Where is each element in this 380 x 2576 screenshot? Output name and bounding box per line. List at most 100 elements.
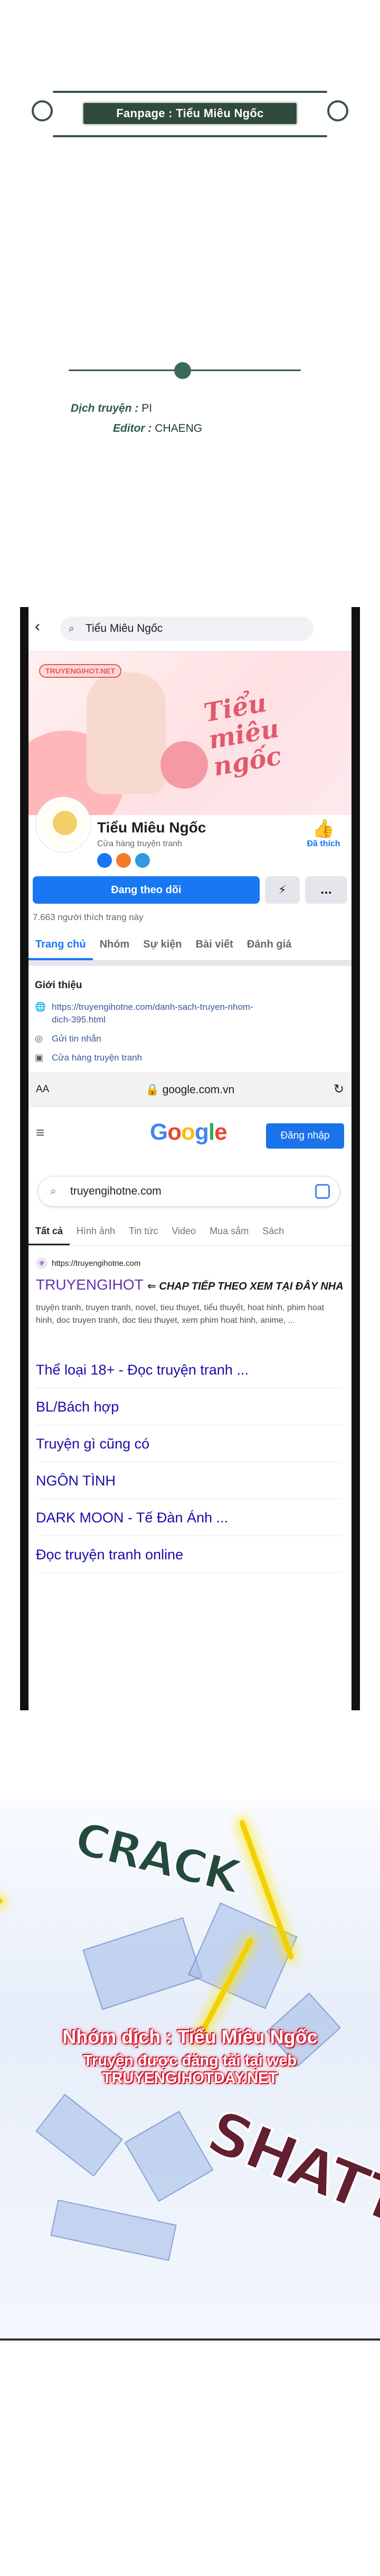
likes-count: 7.663 người thích trang này xyxy=(33,912,144,922)
leaf-ornament xyxy=(174,362,191,379)
ornament-left xyxy=(32,100,53,121)
ornament-right xyxy=(327,100,348,121)
star-badge-icon[interactable] xyxy=(135,853,150,868)
result-url-text: https://truyengihotne.com xyxy=(52,1259,141,1268)
google-signin-button[interactable]: Đăng nhập xyxy=(266,1123,344,1149)
following-button[interactable]: Đang theo dõi xyxy=(33,876,260,904)
intro-website-link-cont[interactable]: dich-395.html xyxy=(52,1015,106,1025)
google-logo-letter: o xyxy=(181,1119,195,1145)
thumbs-up-icon: 👍 xyxy=(312,819,335,839)
facebook-search-field[interactable]: ⌕ Tiểu Miêu Ngốc xyxy=(60,617,314,641)
editor-name: CHAENG xyxy=(155,422,203,434)
editor-credit: Editor : CHAENG xyxy=(113,422,202,435)
page-category: Cửa hàng truyện tranh xyxy=(97,839,183,848)
intro-message-label: Gửi tin nhắn xyxy=(52,1034,101,1044)
search-icon: ⌕ xyxy=(69,623,75,634)
tab-posts[interactable]: Bài viết xyxy=(189,929,240,960)
sitelink[interactable]: Đọc truyện tranh online xyxy=(36,1536,342,1573)
ornament-line xyxy=(53,135,327,137)
more-button[interactable]: ... xyxy=(305,876,347,904)
messenger-icon: ◎ xyxy=(35,1034,43,1044)
google-tab-all[interactable]: Tất cả xyxy=(28,1219,70,1245)
hamburger-menu-icon[interactable]: ≡ xyxy=(36,1124,44,1141)
liked-button[interactable]: 👍 Đã thích xyxy=(305,818,342,849)
sitelink[interactable]: Truyện gì cũng có xyxy=(36,1425,342,1462)
sitelink[interactable]: DARK MOON - Tế Đàn Ánh ... xyxy=(36,1499,342,1536)
intro-message-link[interactable]: ◎ Gửi tin nhắn xyxy=(35,1034,101,1044)
globe-icon: 🌐 xyxy=(35,1002,46,1012)
badge-icons xyxy=(97,853,150,868)
credits-block: Dịch truyện : PI Editor : CHAENG xyxy=(53,338,327,454)
editor-label: Editor : xyxy=(113,422,152,434)
cover-title: Tiểu miêu ngốc xyxy=(201,688,284,782)
google-tab-news[interactable]: Tin tức xyxy=(122,1219,165,1245)
following-label: Đang theo dõi xyxy=(111,884,182,896)
intro-website-link[interactable]: 🌐 https://truyengihotne.com/danh-sach-tru… xyxy=(35,1002,253,1012)
google-lens-icon[interactable] xyxy=(315,1184,330,1199)
facebook-top-bar: ‹ ⌕ Tiểu Miêu Ngốc xyxy=(28,607,352,651)
fanpage-label: Fanpage : Tiểu Miêu Ngốc xyxy=(82,101,298,126)
section-divider xyxy=(28,961,352,966)
shop-icon: ▣ xyxy=(35,1053,44,1063)
site-favicon-icon: ⚜ xyxy=(36,1257,48,1269)
cover-decoration xyxy=(160,741,208,789)
facebook-search-text: Tiểu Miêu Ngốc xyxy=(86,622,163,634)
sitelink[interactable]: Thể loại 18+ - Đọc truyện tranh ... xyxy=(36,1351,342,1388)
webtoon-page: Fanpage : Tiểu Miêu Ngốc Dịch truyện : P… xyxy=(0,0,380,2576)
tab-reviews[interactable]: Đánh giá xyxy=(240,929,298,960)
messenger-icon: ⚡ xyxy=(278,883,287,896)
translator-name: PI xyxy=(141,402,153,414)
google-query: truyengihotne.com xyxy=(70,1185,162,1197)
panel-border xyxy=(0,2338,380,2341)
browser-url-bar[interactable]: AA 🔒 google.com.vn ↻ xyxy=(28,1073,352,1106)
intro-title: Giới thiệu xyxy=(35,980,82,991)
result-title: TRUYENGIHOT xyxy=(36,1276,144,1293)
translator-credit: Dịch truyện : PI xyxy=(71,402,152,415)
google-tab-books[interactable]: Sách xyxy=(255,1219,291,1245)
fanpage-banner: Fanpage : Tiểu Miêu Ngốc xyxy=(21,63,359,148)
cover-character xyxy=(87,673,166,794)
sitelink[interactable]: BL/Bách hợp xyxy=(36,1388,342,1425)
intro-link-line2: dich-395.html xyxy=(52,1015,106,1025)
avatar[interactable] xyxy=(36,797,91,852)
google-logo[interactable]: Google xyxy=(150,1119,227,1145)
result-snippet: truyện tranh, truyen tranh, novel, tieu … xyxy=(36,1303,325,1325)
browser-url: 🔒 google.com.vn xyxy=(28,1084,352,1096)
reload-icon[interactable]: ↻ xyxy=(334,1082,344,1097)
google-search-input[interactable]: ⌕ truyengihotne.com xyxy=(38,1176,340,1207)
intro-shop-link[interactable]: ▣ Cửa hàng truyện tranh xyxy=(35,1053,142,1063)
tab-groups[interactable]: Nhóm xyxy=(93,929,137,960)
google-tab-shopping[interactable]: Mua sắm xyxy=(203,1219,255,1245)
intro-shop-label: Cửa hàng truyện tranh xyxy=(52,1053,142,1063)
cover-site-badge: TRUYENGIHOT.NET xyxy=(39,664,122,678)
cat-logo-icon xyxy=(53,811,77,835)
google-tabs: Tất cả Hình ảnh Tin tức Video Mua sắm Sá… xyxy=(28,1219,352,1246)
shop-badge-icon[interactable] xyxy=(116,853,131,868)
result-url[interactable]: ⚜ https://truyengihotne.com xyxy=(36,1257,140,1269)
tab-events[interactable]: Sự kiện xyxy=(136,929,188,960)
result-title-link[interactable]: TRUYENGIHOT ⇐ CHAP TIẾP THEO XEM TẠI ĐÂY… xyxy=(36,1276,344,1293)
cover-photo[interactable]: TRUYENGIHOT.NET Tiểu miêu ngốc xyxy=(28,651,352,815)
facebook-tabs: Trang chủ Nhóm Sự kiện Bài viết Đánh giá xyxy=(28,929,352,961)
intro-link-line1: https://truyengihotne.com/danh-sach-truy… xyxy=(52,1002,253,1012)
google-tab-video[interactable]: Video xyxy=(165,1219,203,1245)
google-logo-letter: l xyxy=(208,1119,215,1145)
comic-panel: CRACK Nhóm dịch : Tiểu Miêu Ngốc Truyện … xyxy=(0,1710,380,2397)
watermark-site: Truyện được đăng tải tại web TRUYENGIHOT… xyxy=(83,2052,297,2087)
back-arrow-icon[interactable]: ‹ xyxy=(35,618,40,636)
lock-icon: 🔒 xyxy=(145,1084,159,1096)
tab-home[interactable]: Trang chủ xyxy=(28,929,93,960)
google-logo-letter: G xyxy=(150,1119,168,1145)
google-header: ≡ Google Đăng nhập xyxy=(28,1106,352,1159)
google-tab-images[interactable]: Hình ảnh xyxy=(70,1219,122,1245)
more-label: ... xyxy=(320,881,332,897)
google-logo-letter: g xyxy=(195,1119,209,1145)
search-badge-icon[interactable] xyxy=(97,853,112,868)
messenger-button[interactable]: ⚡ xyxy=(265,876,300,904)
sitelink[interactable]: NGÔN TÌNH xyxy=(36,1462,342,1499)
google-logo-letter: e xyxy=(214,1119,227,1145)
page-name: Tiểu Miêu Ngốc xyxy=(97,819,206,836)
sitelinks-list: Thể loại 18+ - Đọc truyện tranh ... BL/B… xyxy=(36,1351,342,1573)
google-logo-letter: o xyxy=(167,1119,182,1145)
search-icon: ⌕ xyxy=(50,1185,56,1197)
